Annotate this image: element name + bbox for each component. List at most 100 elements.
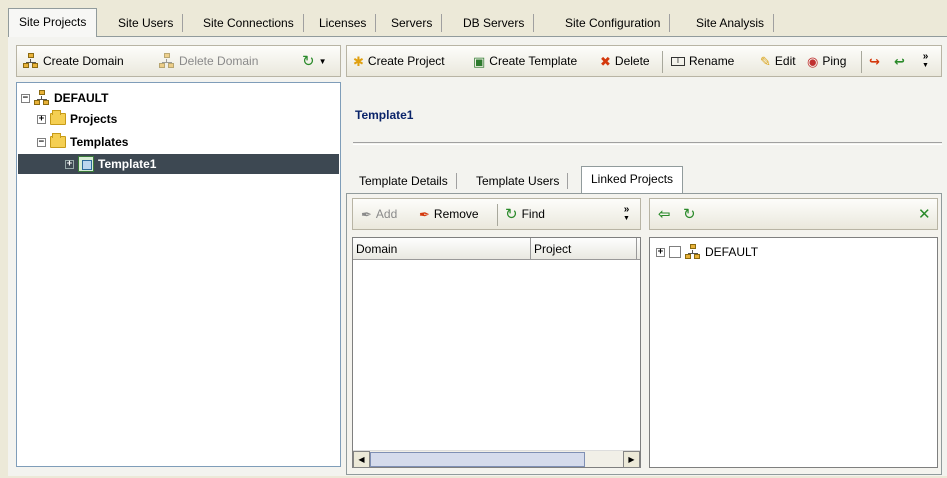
rename-label: Rename: [689, 54, 735, 68]
horizontal-scrollbar[interactable]: ◀ ▶: [353, 450, 640, 468]
add-button[interactable]: ✒ Add: [361, 199, 397, 229]
tab-site-users[interactable]: Site Users: [108, 10, 184, 36]
tree-label-default: DEFAULT: [54, 91, 109, 105]
delete-icon: ✖: [600, 53, 611, 69]
toolbar-separator: [861, 51, 862, 73]
expand-icon[interactable]: +: [656, 247, 665, 257]
tab-linked-projects[interactable]: Linked Projects: [581, 166, 684, 193]
template-icon: [78, 156, 94, 172]
column-project[interactable]: Project: [531, 238, 637, 259]
move-forward-button[interactable]: ↪: [869, 46, 880, 76]
domain-icon: [34, 90, 50, 106]
more-chevron-icon: »: [623, 204, 630, 215]
delete-domain-button[interactable]: Delete Domain: [159, 46, 258, 76]
dropdown-arrow-icon: ▼: [623, 215, 630, 222]
left-toolbar: Create Domain Delete Domain ↻ ▼: [16, 45, 341, 77]
ping-button[interactable]: ◉ Ping: [807, 46, 846, 76]
scroll-left-icon[interactable]: ◀: [353, 451, 370, 468]
top-tab-strip: Site Projects Site Users Site Connection…: [0, 0, 947, 37]
create-project-icon: ✱: [353, 53, 364, 69]
tab-servers[interactable]: Servers: [381, 10, 443, 36]
collapse-icon[interactable]: −: [21, 93, 30, 103]
expand-icon[interactable]: +: [37, 114, 46, 124]
dropdown-arrow-icon: ▼: [318, 56, 327, 66]
add-link-icon: ✒: [361, 206, 372, 222]
create-domain-label: Create Domain: [43, 54, 124, 68]
arrow-left-icon: ↩: [894, 53, 905, 69]
refresh-dropdown-button[interactable]: ↻ ▼: [302, 46, 327, 76]
tab-site-configuration[interactable]: Site Configuration: [555, 10, 671, 36]
create-template-icon: ▣: [473, 53, 486, 69]
collapse-icon[interactable]: −: [37, 137, 46, 147]
tree-label-templates: Templates: [70, 135, 129, 149]
ping-icon: ◉: [807, 53, 819, 69]
create-template-button[interactable]: ▣ Create Template: [473, 46, 577, 76]
tree-node-templates[interactable]: − Templates: [37, 133, 128, 151]
title-divider: [353, 142, 942, 145]
toolbar-separator: [662, 51, 663, 73]
close-button[interactable]: ✕: [918, 199, 931, 229]
linked-toolbar: ✒ Add ✒ Remove ↻ Find » ▼: [352, 198, 641, 230]
edit-button[interactable]: ✎ Edit: [760, 46, 796, 76]
delete-domain-label: Delete Domain: [179, 54, 259, 68]
detail-title: Template1: [355, 108, 414, 122]
scroll-right-icon[interactable]: ▶: [623, 451, 640, 468]
available-node-default[interactable]: + DEFAULT: [656, 243, 758, 261]
select-checkbox[interactable]: [669, 246, 681, 258]
tree-label-template1: Template1: [98, 157, 157, 171]
remove-button[interactable]: ✒ Remove: [419, 199, 479, 229]
tab-template-details[interactable]: Template Details: [350, 169, 457, 193]
rename-button[interactable]: I Rename: [671, 46, 734, 76]
linked-projects-grid: Domain Project ◀ ▶: [352, 237, 641, 468]
rename-icon: I: [671, 56, 685, 66]
domain-tree-panel: − DEFAULT + Projects − Templates + Templ…: [16, 82, 341, 467]
grid-header: Domain Project: [353, 238, 640, 260]
remove-link-icon: ✒: [419, 206, 430, 222]
move-back-button[interactable]: ↩: [894, 46, 905, 76]
dropdown-arrow-icon: ▼: [922, 62, 929, 69]
link-back-button[interactable]: ⇦: [658, 199, 671, 229]
more-chevron-icon: »: [922, 51, 929, 62]
detail-tabs: Template Details Template Users Linked P…: [348, 166, 942, 194]
arrow-right-icon: ↪: [869, 53, 880, 69]
scrollbar-track[interactable]: [585, 451, 623, 467]
refresh-icon: ↻: [302, 52, 315, 70]
tree-label-projects: Projects: [70, 112, 118, 126]
available-projects-tree: + DEFAULT: [649, 237, 938, 468]
column-domain[interactable]: Domain: [353, 238, 531, 259]
tab-db-servers[interactable]: DB Servers: [453, 10, 535, 36]
create-project-label: Create Project: [367, 54, 445, 68]
right-toolbar: ✱ Create Project ▣ Create Template ✖ Del…: [346, 45, 942, 77]
create-template-label: Create Template: [489, 54, 578, 68]
available-label-default: DEFAULT: [705, 245, 759, 259]
delete-domain-icon: [159, 53, 175, 69]
folder-icon: [50, 110, 66, 125]
create-domain-button[interactable]: Create Domain: [23, 46, 124, 76]
tree-node-default[interactable]: − DEFAULT: [21, 89, 108, 107]
tab-template-users[interactable]: Template Users: [467, 169, 569, 193]
scrollbar-thumb[interactable]: [370, 452, 585, 467]
tab-site-connections[interactable]: Site Connections: [193, 10, 304, 36]
tab-site-projects[interactable]: Site Projects: [8, 8, 98, 37]
expand-icon[interactable]: +: [65, 159, 74, 169]
find-button[interactable]: ↻ Find: [505, 199, 545, 229]
edit-label: Edit: [774, 54, 796, 68]
tab-licenses[interactable]: Licenses: [309, 10, 377, 36]
create-domain-icon: [23, 53, 39, 69]
folder-icon: [50, 133, 66, 148]
close-icon: ✕: [918, 205, 931, 223]
create-project-button[interactable]: ✱ Create Project: [353, 46, 445, 76]
tab-site-analysis[interactable]: Site Analysis: [686, 10, 775, 36]
more-button[interactable]: » ▼: [922, 46, 929, 76]
remove-label: Remove: [433, 207, 479, 221]
more-button[interactable]: » ▼: [623, 199, 630, 229]
tree-node-projects[interactable]: + Projects: [37, 110, 117, 128]
edit-icon: ✎: [760, 53, 771, 69]
arrow-left-icon: ⇦: [658, 205, 671, 223]
tree-node-template1[interactable]: + Template1: [65, 155, 156, 173]
refresh-button[interactable]: ↻: [683, 199, 696, 229]
toolbar-separator: [497, 204, 498, 226]
delete-button[interactable]: ✖ Delete: [600, 46, 650, 76]
refresh-icon: ↻: [683, 205, 696, 223]
delete-label: Delete: [614, 54, 650, 68]
